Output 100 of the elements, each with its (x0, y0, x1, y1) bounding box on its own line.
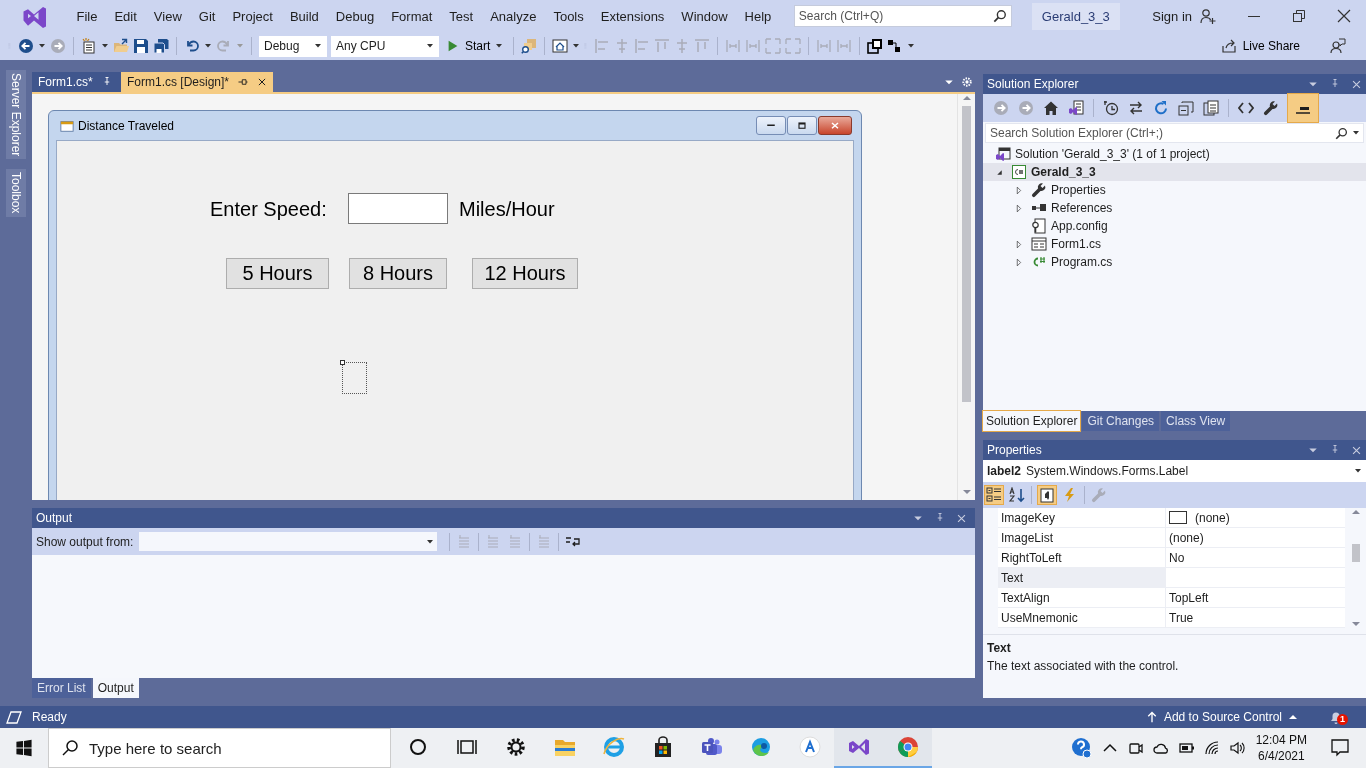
battery-icon[interactable] (1178, 740, 1195, 756)
home-icon[interactable] (1043, 100, 1059, 116)
scroll-down-icon[interactable] (961, 488, 972, 496)
pin-icon[interactable] (237, 76, 250, 88)
menu-item[interactable]: Git (190, 8, 224, 24)
panel-tab[interactable]: Solution Explorer (983, 411, 1081, 431)
new-project-icon[interactable] (81, 38, 97, 54)
save-all-icon[interactable] (153, 38, 169, 54)
caret-icon[interactable] (204, 43, 212, 49)
sign-in-link[interactable]: Sign in (1152, 8, 1192, 24)
designer-icon[interactable] (552, 38, 569, 54)
caret-icon[interactable] (38, 43, 46, 49)
scrollbar[interactable] (957, 94, 975, 500)
wifi-icon[interactable] (1203, 740, 1220, 756)
property-value[interactable]: (none) (1195, 510, 1230, 525)
menu-item[interactable]: Debug (327, 8, 383, 24)
hours-button[interactable]: 8 Hours (349, 258, 447, 289)
find-icon[interactable] (521, 38, 538, 54)
bring-front-icon[interactable] (867, 38, 884, 54)
feedback-icon[interactable] (1330, 38, 1346, 54)
collapse-all-icon[interactable] (1178, 100, 1194, 116)
volume-icon[interactable] (1228, 740, 1245, 756)
settings-icon[interactable] (961, 76, 973, 88)
save-icon[interactable] (133, 38, 149, 54)
search-field[interactable]: Search (Ctrl+Q) (793, 5, 1012, 27)
search-field[interactable]: Search Solution Explorer (Ctrl+;) (985, 123, 1364, 143)
close-icon[interactable] (1336, 8, 1352, 24)
menu-item[interactable]: Format (382, 8, 441, 24)
caret-icon[interactable] (101, 43, 109, 49)
hours-button[interactable]: 5 Hours (226, 258, 329, 289)
configuration-dropdown[interactable]: Debug (259, 35, 327, 57)
close-button[interactable] (818, 116, 852, 135)
caret-icon[interactable] (314, 43, 322, 49)
switch-view-icon[interactable] (1068, 100, 1084, 116)
menu-item[interactable]: Analyze (481, 8, 545, 24)
menu-item[interactable]: Help (736, 8, 780, 24)
search-icon[interactable] (1335, 127, 1348, 140)
speed-input[interactable] (348, 193, 448, 224)
scrollbar-thumb[interactable] (1351, 544, 1360, 562)
menu-item[interactable]: Edit (105, 8, 146, 24)
tree-item[interactable]: App.config (983, 217, 1366, 235)
panel-tab[interactable]: Git Changes (1082, 411, 1160, 431)
properties-icon[interactable] (1263, 100, 1279, 116)
search-field[interactable]: Type here to search (48, 728, 391, 768)
menu-item[interactable]: Build (281, 8, 328, 24)
property-value[interactable]: No (1169, 550, 1185, 565)
close-icon[interactable] (257, 77, 268, 87)
menu-item[interactable]: Extensions (592, 8, 673, 24)
side-tab[interactable]: Server Explorer (6, 70, 26, 160)
show-all-files-icon[interactable] (1203, 100, 1219, 116)
property-name[interactable]: TextAlign (998, 588, 1166, 607)
panel-tab[interactable]: Error List (32, 678, 91, 698)
caret-icon[interactable] (426, 538, 435, 545)
panel-tab[interactable]: Output (92, 678, 139, 698)
account-icon[interactable] (1200, 8, 1216, 24)
property-name[interactable]: ImageList (998, 528, 1166, 547)
tree-item[interactable]: Solution 'Gerald_3_3' (1 of 1 project) (983, 145, 1366, 163)
scroll-down-icon[interactable] (1350, 620, 1361, 628)
properties-page-icon[interactable] (1038, 486, 1056, 504)
refresh-icon[interactable] (1153, 100, 1169, 116)
tree-item[interactable]: Form1.cs (983, 235, 1366, 253)
caret-icon[interactable] (907, 43, 916, 49)
menu-item[interactable]: Tools (544, 8, 593, 24)
menu-item[interactable]: Project (223, 8, 282, 24)
platform-dropdown[interactable]: Any CPU (331, 35, 439, 57)
document-tab[interactable]: Form1.cs [Design]* (121, 72, 274, 92)
tree-item[interactable]: Properties (983, 181, 1366, 199)
menu-item[interactable]: View (145, 8, 191, 24)
scroll-up-icon[interactable] (961, 94, 972, 102)
search-icon[interactable] (992, 9, 1007, 23)
property-name[interactable]: ImageKey (998, 508, 1166, 527)
live-share-button[interactable]: Live Share (1214, 37, 1306, 55)
property-value[interactable]: (none) (1169, 530, 1204, 545)
panel-tab[interactable]: Class View (1161, 411, 1231, 431)
caret-icon[interactable] (572, 43, 581, 49)
object-selector[interactable]: label2 System.Windows.Forms.Label (983, 460, 1366, 482)
tree-item[interactable]: Gerald_3_3 (983, 163, 1366, 181)
property-name[interactable]: Text (998, 568, 1166, 587)
scrollbar-thumb[interactable] (962, 106, 971, 402)
document-tab[interactable]: Form1.cs* (32, 72, 121, 92)
caret-icon[interactable] (426, 43, 434, 49)
restore-icon[interactable] (1291, 8, 1307, 24)
maximize-button[interactable] (787, 116, 817, 135)
undo-icon[interactable] (184, 38, 200, 54)
sync-icon[interactable] (1128, 100, 1144, 116)
caret-icon[interactable] (1352, 130, 1360, 136)
menu-item[interactable]: Window (672, 8, 737, 24)
help-icon[interactable] (1070, 737, 1093, 759)
resize-handle[interactable] (340, 360, 345, 365)
back-icon[interactable] (18, 38, 34, 54)
menu-item[interactable]: File (68, 8, 106, 24)
side-tab[interactable]: Toolbox (6, 169, 26, 217)
preview-icon[interactable] (1288, 94, 1318, 122)
caret-icon[interactable] (1354, 468, 1362, 474)
property-name[interactable]: RightToLeft (998, 548, 1166, 567)
tree-item[interactable]: References (983, 199, 1366, 217)
selected-label-outline[interactable] (342, 362, 367, 394)
sort-alphabetical-icon[interactable] (1009, 487, 1025, 503)
categorized-icon[interactable] (985, 486, 1003, 504)
clock[interactable]: 12:04 PM 6/4/2021 (1255, 732, 1307, 764)
